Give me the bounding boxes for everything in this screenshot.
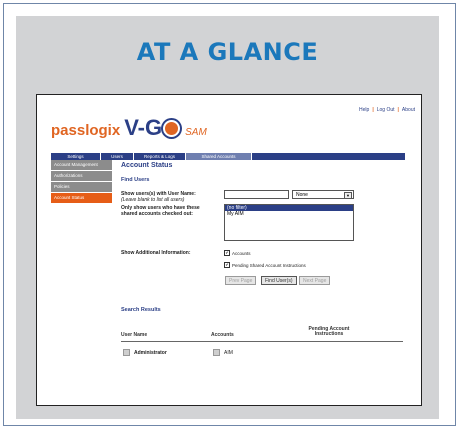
- shared-accounts-listbox[interactable]: (no filter) My AIM: [224, 204, 354, 241]
- sidebar: Account Management Authorizations Polici…: [51, 160, 112, 204]
- feature-panel: AT A GLANCE passlogix V-G SAM Help | Log…: [16, 16, 439, 419]
- tab-bar: Settings Users Reports & Logs Shared Acc…: [51, 153, 405, 160]
- sidebar-item-account-management[interactable]: Account Management: [51, 160, 112, 171]
- user-icon: [123, 349, 130, 356]
- filter-select-value: None: [296, 192, 308, 198]
- additional-info-label: Show Additional Information:: [121, 250, 191, 256]
- only-show-label: Only show users who have these shared ac…: [121, 205, 200, 217]
- accounts-checkbox[interactable]: ✔ Accounts: [224, 250, 251, 256]
- col-pending: Pending Account Instructions: [308, 326, 350, 337]
- account-icon: [213, 349, 220, 356]
- table-header-rule: [121, 341, 403, 342]
- filter-select[interactable]: None ▼: [292, 190, 354, 199]
- brand-sam: SAM: [185, 127, 207, 138]
- find-users-button[interactable]: Find User(s): [261, 276, 297, 285]
- tab-settings[interactable]: Settings: [51, 153, 101, 160]
- top-links: Help | Log Out | About: [359, 107, 415, 113]
- sidebar-item-account-status[interactable]: Account Status: [51, 193, 112, 204]
- chevron-down-icon: ▼: [344, 192, 352, 199]
- about-link[interactable]: About: [402, 107, 415, 113]
- brand-vgo: V-G: [124, 115, 181, 141]
- prev-page-button[interactable]: Prev Page: [225, 276, 257, 285]
- check-icon: ✔: [224, 250, 230, 256]
- username-input[interactable]: [224, 190, 289, 199]
- search-results-heading: Search Results: [121, 307, 161, 313]
- accounts-checkbox-label: Accounts: [232, 250, 251, 256]
- show-users-hint: (Leave blank to list all users): [121, 197, 185, 203]
- check-icon: ✔: [224, 262, 230, 268]
- pending-checkbox[interactable]: ✔ Pending Shared Account Instructions: [224, 262, 306, 268]
- tab-shared-accounts[interactable]: Shared Accounts: [186, 153, 252, 160]
- pending-checkbox-label: Pending Shared Account Instructions: [232, 262, 306, 268]
- show-users-label: Show users(s) with User Name: (Leave bla…: [121, 191, 211, 203]
- logout-link[interactable]: Log Out: [377, 107, 395, 113]
- sidebar-item-authorizations[interactable]: Authorizations: [51, 171, 112, 182]
- sidebar-item-policies[interactable]: Policies: [51, 182, 112, 193]
- col-user-name: User Name: [121, 332, 148, 338]
- brand-logo: passlogix V-G SAM: [51, 115, 207, 141]
- user-name-cell: Administrator: [134, 349, 167, 356]
- find-users-heading: Find Users: [121, 177, 150, 183]
- account-cell: AIM: [224, 349, 233, 356]
- col-accounts: Accounts: [211, 332, 234, 338]
- table-row-account: AIM: [213, 349, 233, 356]
- page-title: Account Status: [121, 162, 173, 169]
- swirl-icon: [163, 119, 181, 137]
- list-option-my-aim[interactable]: My AIM: [225, 211, 353, 217]
- table-row-user: Administrator: [123, 349, 167, 356]
- headline: AT A GLANCE: [136, 38, 319, 66]
- next-page-button[interactable]: Next Page: [299, 276, 331, 285]
- help-link[interactable]: Help: [359, 107, 369, 113]
- tab-users[interactable]: Users: [101, 153, 134, 160]
- tab-reports[interactable]: Reports & Logs: [134, 153, 186, 160]
- brand-passlogix: passlogix: [51, 122, 121, 139]
- app-screenshot: passlogix V-G SAM Help | Log Out | About…: [36, 94, 422, 406]
